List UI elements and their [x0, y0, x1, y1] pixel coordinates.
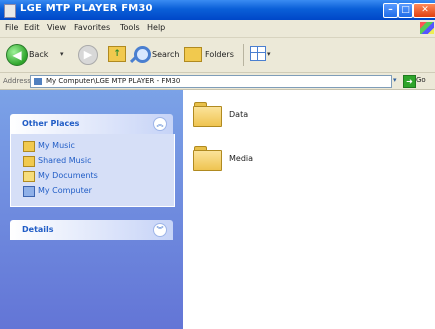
search-button-label[interactable]: Search	[152, 50, 179, 59]
forward-arrow-icon[interactable]: ▶	[78, 45, 98, 65]
toolbar: ◀ Back ▾ ▶ ↑ Search Folders ▾	[0, 38, 435, 73]
chevron-down-icon[interactable]: ︾	[153, 223, 167, 237]
explorer-window: LGE MTP PLAYER FM30 – □ ✕ File Edit View…	[0, 0, 435, 329]
minimize-button[interactable]: –	[383, 3, 398, 18]
other-places-body: My Music Shared Music My Documents My Co…	[10, 134, 175, 207]
address-path: My Computer\LGE MTP PLAYER - FM30	[46, 77, 181, 85]
folder-name-data[interactable]: Data	[229, 110, 248, 119]
menu-view[interactable]: View	[47, 23, 66, 32]
windows-logo-icon	[420, 22, 434, 34]
folder-icon[interactable]	[193, 146, 222, 171]
folder-name-media[interactable]: Media	[229, 154, 253, 163]
folder-view: Data Media	[183, 90, 435, 329]
folders-button-label[interactable]: Folders	[205, 50, 234, 59]
chevron-up-icon[interactable]: ︽	[153, 117, 167, 131]
window-title: LGE MTP PLAYER FM30	[20, 3, 153, 14]
device-icon	[34, 78, 42, 85]
computer-icon	[23, 186, 35, 197]
place-label: My Music	[38, 141, 75, 150]
menu-tools[interactable]: Tools	[120, 23, 140, 32]
toolbar-separator	[243, 44, 244, 66]
menu-file[interactable]: File	[5, 23, 18, 32]
maximize-button[interactable]: □	[398, 3, 413, 18]
details-title: Details	[22, 225, 54, 234]
views-dropdown-icon[interactable]: ▾	[267, 50, 271, 58]
menu-help[interactable]: Help	[147, 23, 165, 32]
menu-bar: File Edit View Favorites Tools Help	[0, 20, 435, 38]
address-bar: Address My Computer\LGE MTP PLAYER - FM3…	[0, 73, 435, 90]
folders-icon[interactable]	[184, 47, 202, 62]
task-pane: Other Places ︽ My Music Shared Music My …	[0, 90, 183, 329]
other-places-title: Other Places	[22, 119, 80, 128]
music-folder-icon	[23, 141, 35, 152]
place-label: Shared Music	[38, 156, 92, 165]
back-arrow-icon[interactable]: ◀	[6, 44, 28, 66]
address-field[interactable]: My Computer\LGE MTP PLAYER - FM30	[30, 75, 392, 88]
other-places-header[interactable]: Other Places ︽	[10, 114, 173, 134]
search-icon[interactable]	[134, 46, 151, 63]
address-label: Address	[3, 77, 31, 85]
folder-body	[193, 106, 222, 127]
views-icon[interactable]	[250, 46, 266, 61]
folder-body	[193, 150, 222, 171]
address-dropdown-icon[interactable]: ▾	[393, 76, 397, 84]
up-folder-icon[interactable]: ↑	[108, 46, 126, 62]
shared-music-folder-icon	[23, 156, 35, 167]
details-header[interactable]: Details ︾	[10, 220, 173, 240]
go-button-label[interactable]: Go	[416, 76, 426, 84]
go-arrow-icon[interactable]: ➜	[403, 75, 416, 88]
close-button[interactable]: ✕	[413, 3, 435, 18]
place-label: My Computer	[38, 186, 92, 195]
menu-favorites[interactable]: Favorites	[74, 23, 110, 32]
player-device-icon	[4, 4, 16, 18]
menu-edit[interactable]: Edit	[24, 23, 40, 32]
back-button-label[interactable]: Back	[29, 50, 48, 59]
documents-folder-icon	[23, 171, 35, 182]
back-dropdown-icon[interactable]: ▾	[60, 50, 64, 58]
place-label: My Documents	[38, 171, 98, 180]
folder-icon[interactable]	[193, 102, 222, 127]
title-bar[interactable]: LGE MTP PLAYER FM30 – □ ✕	[0, 0, 435, 20]
